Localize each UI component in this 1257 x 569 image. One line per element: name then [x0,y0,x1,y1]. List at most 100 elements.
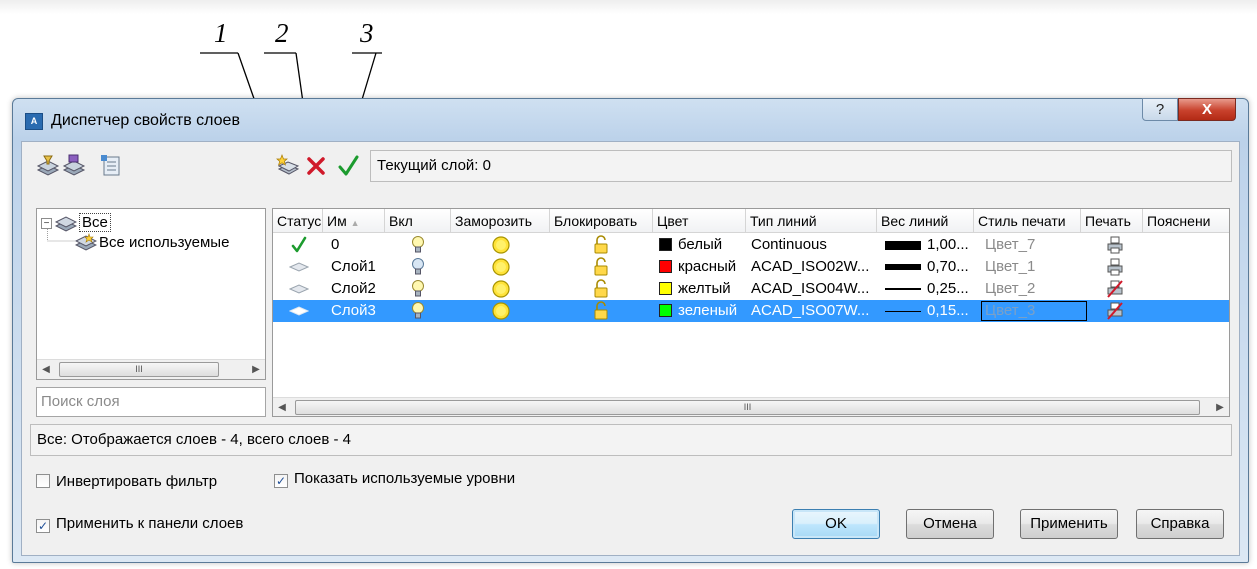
unlocked-icon[interactable] [593,300,617,322]
col-name[interactable]: Им ▲ [323,209,385,233]
lightbulb-on-icon[interactable] [411,234,431,256]
ok-button[interactable]: OK [792,509,880,539]
sun-thaw-icon[interactable] [491,300,515,322]
callout-2: 2 [275,18,289,48]
used-layers-icon [75,233,97,251]
filter-tree[interactable]: − Все Все используемые ◀ III ▶ [36,208,266,380]
apply-to-layer-toolbar-label: Применить к панели слоев [56,515,244,532]
checkbox-box[interactable] [36,474,50,488]
no-plot-icon[interactable] [1107,300,1127,322]
app-icon: A [25,113,43,130]
unlocked-icon[interactable] [593,234,617,256]
apply-button[interactable]: Применить [1020,509,1118,539]
col-plot-style[interactable]: Стиль печати [974,209,1081,233]
close-button[interactable]: X [1178,98,1236,121]
printer-icon[interactable] [1107,256,1127,278]
layer-name[interactable]: Слой3 [331,300,381,322]
unlocked-icon[interactable] [593,256,617,278]
invert-filter-checkbox[interactable]: Инвертировать фильтр [36,473,217,490]
new-group-filter-icon[interactable] [62,154,86,178]
new-layer-icon[interactable] [276,154,300,178]
invert-filter-label: Инвертировать фильтр [56,473,218,490]
layers-status-text: Все: Отображается слоев - 4, всего слоев… [30,424,1232,456]
lineweight-bar [885,240,921,250]
col-lock[interactable]: Блокировать [550,209,653,233]
lineweight-value: 0,15... [927,302,969,319]
lineweight-cell[interactable]: 1,00... [885,234,977,256]
scroll-right-icon[interactable]: ▶ [1211,398,1229,416]
layer-properties-dialog: A Диспетчер свойств слоев ? X Текущий сл… [12,98,1249,563]
lineweight-bar [885,264,921,271]
tree-collapse-icon[interactable]: − [41,218,52,229]
tree-node-all-used[interactable]: Все используемые [99,234,229,251]
col-on[interactable]: Вкл [385,209,451,233]
col-description[interactable]: Пояснени [1143,209,1229,233]
checkbox-checked[interactable]: ✓ [36,519,50,533]
linetype-cell[interactable]: ACAD_ISO07W... [751,300,877,322]
scroll-left-icon[interactable]: ◀ [273,398,291,416]
cancel-button[interactable]: Отмена [906,509,994,539]
color-cell[interactable]: белый [659,234,749,256]
delete-layer-icon[interactable] [304,154,328,178]
top-fade [0,0,1257,14]
tree-node-all[interactable]: Все [79,213,111,232]
table-row[interactable]: Слой1 красный ACAD_ISO02W... 0,70... Цве… [273,256,1229,278]
printer-icon[interactable] [1107,234,1127,256]
tree-horizontal-scrollbar[interactable]: ◀ III ▶ [37,359,265,379]
layer-name[interactable]: Слой1 [331,256,381,278]
color-cell[interactable]: зеленый [659,300,749,322]
linetype-cell[interactable]: ACAD_ISO04W... [751,278,877,300]
new-property-filter-icon[interactable] [36,154,60,178]
layer-name[interactable]: 0 [331,234,381,256]
col-linetype[interactable]: Тип линий [746,209,877,233]
sun-thaw-icon[interactable] [491,278,515,300]
sun-thaw-icon[interactable] [491,234,515,256]
col-freeze[interactable]: Заморозить [451,209,550,233]
color-name: зеленый [678,302,738,319]
scroll-thumb[interactable]: III [59,362,219,377]
sun-thaw-icon[interactable] [491,256,515,278]
apply-to-layer-toolbar-checkbox[interactable]: ✓ Применить к панели слоев [36,515,243,533]
plot-style-cell[interactable]: Цвет_2 [985,278,1085,300]
col-color[interactable]: Цвет [653,209,746,233]
plot-style-cell[interactable]: Цвет_1 [985,256,1085,278]
table-row-selected[interactable]: Слой3 зеленый ACAD_ISO07W... 0,15... Цве… [273,300,1229,322]
search-layer-input[interactable]: Поиск слоя [36,387,266,417]
color-name: красный [678,258,737,275]
plot-style-value: Цвет_3 [981,301,1087,321]
lightbulb-on-icon[interactable] [411,300,431,322]
color-cell[interactable]: желтый [659,278,749,300]
color-cell[interactable]: красный [659,256,749,278]
no-plot-icon[interactable] [1107,278,1127,300]
scroll-left-icon[interactable]: ◀ [37,360,55,379]
layer-name[interactable]: Слой2 [331,278,381,300]
layers-table[interactable]: Статус Им ▲ Вкл Заморозить Блокировать Ц… [272,208,1230,417]
lightbulb-on-icon[interactable] [411,278,431,300]
table-row[interactable]: Слой2 желтый ACAD_ISO04W... 0,25... Цвет… [273,278,1229,300]
color-name: белый [678,236,723,253]
lineweight-cell[interactable]: 0,70... [885,256,977,278]
lineweight-cell[interactable]: 0,25... [885,278,977,300]
unlocked-icon[interactable] [593,278,617,300]
col-status[interactable]: Статус [273,209,323,233]
plot-style-cell[interactable]: Цвет_3 [981,300,1093,322]
lightbulb-on-icon[interactable] [411,256,431,278]
scroll-right-icon[interactable]: ▶ [247,360,265,379]
col-plot[interactable]: Печать [1081,209,1143,233]
plot-style-cell[interactable]: Цвет_7 [985,234,1085,256]
layer-states-manager-icon[interactable] [100,154,124,178]
help-button[interactable]: Справка [1136,509,1224,539]
table-row[interactable]: 0 белый Continuous 1,00... Цвет_7 [273,234,1229,256]
scroll-thumb[interactable]: III [295,400,1200,415]
set-current-icon[interactable] [336,154,360,178]
table-horizontal-scrollbar[interactable]: ◀ III ▶ [273,397,1229,416]
layer-status-icon [289,278,311,300]
col-lineweight[interactable]: Вес линий [877,209,974,233]
checkbox-checked[interactable]: ✓ [274,474,288,488]
linetype-cell[interactable]: ACAD_ISO02W... [751,256,877,278]
lineweight-cell[interactable]: 0,15... [885,300,977,322]
show-used-levels-checkbox[interactable]: ✓ Показать используемые уровни [274,470,515,488]
color-swatch [659,238,672,251]
help-icon-button[interactable]: ? [1142,98,1178,121]
linetype-cell[interactable]: Continuous [751,234,877,256]
